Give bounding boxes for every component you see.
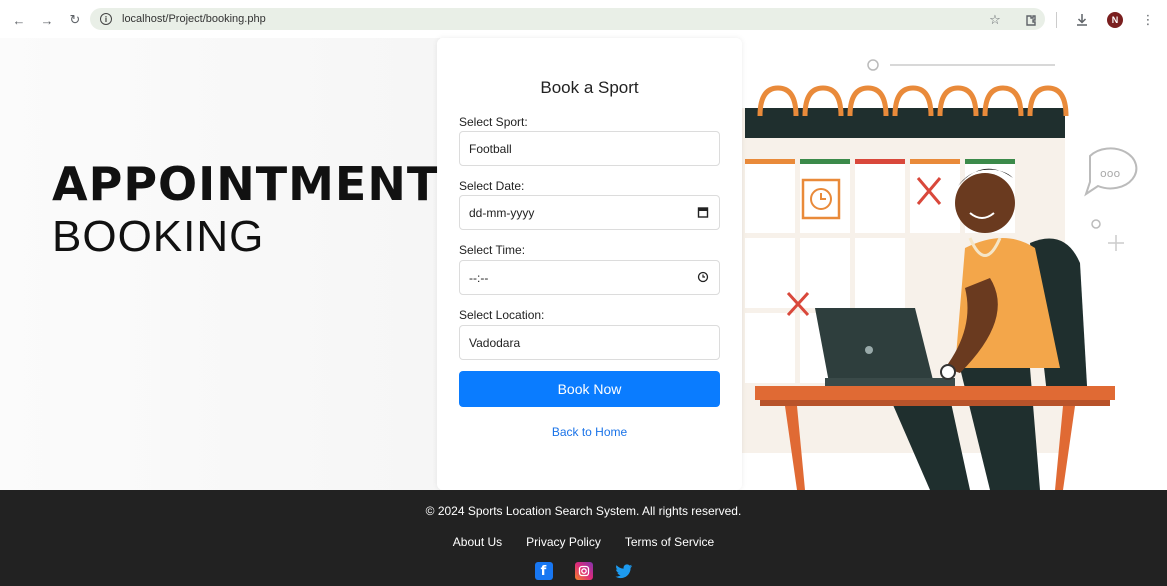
reload-icon[interactable]: ↻ [64,9,86,31]
privacy-policy-link[interactable]: Privacy Policy [526,535,601,549]
form-title: Book a Sport [540,78,639,97]
terms-of-service-link[interactable]: Terms of Service [625,535,714,549]
date-value: dd-mm-yyyy [469,205,535,220]
headline-line2: BOOKING [52,212,265,261]
hero-left-background [0,38,440,490]
location-input[interactable]: Vadodara [459,325,720,360]
bookmark-star-icon[interactable]: ☆ [984,9,1006,31]
footer-links: About Us Privacy Policy Terms of Service [0,535,1167,549]
twitter-icon[interactable] [614,562,633,580]
download-icon[interactable] [1071,9,1093,31]
address-bar[interactable]: i localhost/Project/booking.php [90,8,1045,30]
location-label: Select Location: [459,308,545,322]
headline-line1: APPOINTMENT [52,157,440,211]
date-input[interactable]: dd-mm-yyyy [459,195,720,230]
time-input[interactable]: --:-- [459,260,720,295]
toolbar-divider [1056,12,1057,28]
time-label: Select Time: [459,243,526,257]
forward-arrow-icon[interactable]: → [36,9,58,31]
sport-label: Select Sport: [459,115,528,129]
booking-form-card: Book a Sport Select Sport: Football Sele… [437,38,742,490]
time-value: --:-- [469,270,489,285]
clock-icon[interactable] [697,271,709,286]
hero-headline: APPOINTMENT BOOKING [52,158,439,264]
profile-avatar[interactable]: N [1107,12,1123,28]
url-text: localhost/Project/booking.php [122,13,266,25]
sport-input[interactable]: Football [459,131,720,166]
extensions-icon[interactable] [1020,9,1042,31]
date-label: Select Date: [459,179,525,193]
browser-toolbar: ← → ↻ i localhost/Project/booking.php ☆ … [0,0,1167,38]
calendar-icon[interactable] [697,206,709,221]
sport-value: Football [469,141,512,156]
copyright-text: © 2024 Sports Location Search System. Al… [425,504,742,518]
facebook-icon[interactable]: f [534,562,553,580]
site-footer: © 2024 Sports Location Search System. Al… [0,490,1167,586]
location-value: Vadodara [469,335,521,350]
back-to-home-link[interactable]: Back to Home [437,425,742,439]
browser-actions: ☆ N ⋮ [984,9,1159,31]
about-us-link[interactable]: About Us [453,535,502,549]
info-icon[interactable]: i [100,13,112,25]
menu-kebab-icon[interactable]: ⋮ [1137,9,1159,31]
back-arrow-icon[interactable]: ← [8,9,30,31]
instagram-icon[interactable] [574,562,593,580]
social-icons: f [0,562,1167,580]
book-now-button[interactable]: Book Now [459,371,720,407]
svg-text:ooo: ooo [1100,167,1120,180]
nav-buttons: ← → ↻ [8,9,86,31]
